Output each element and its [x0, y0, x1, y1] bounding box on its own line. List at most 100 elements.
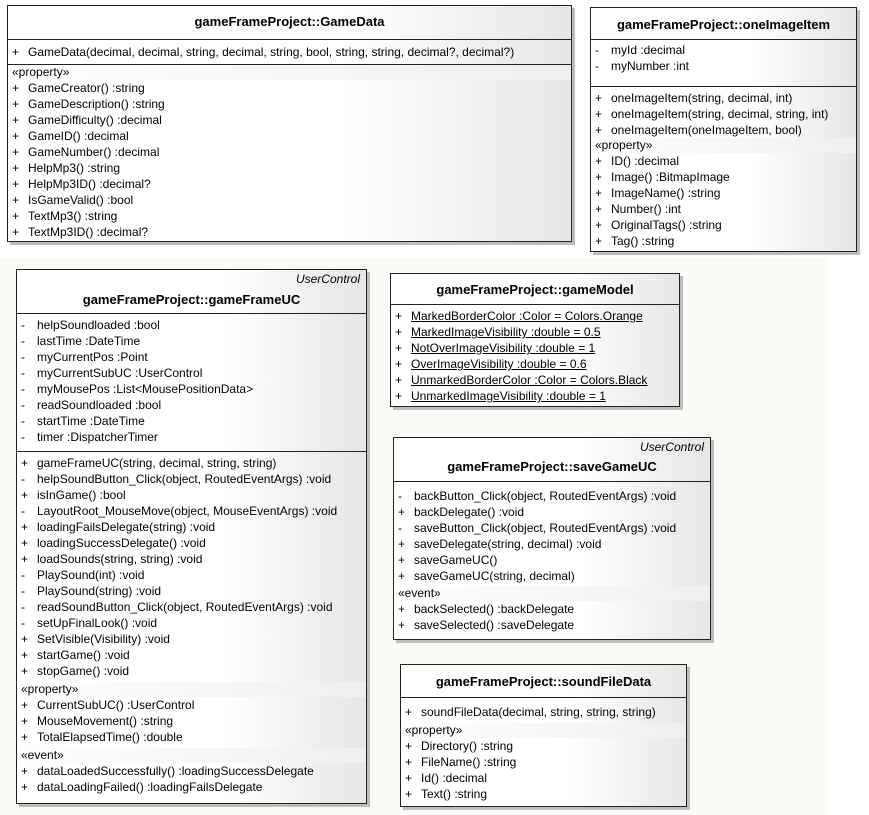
visibility-marker: + [12, 81, 20, 95]
member-row: + Directory() :string [401, 738, 686, 754]
visibility-marker: + [595, 123, 603, 137]
visibility-marker: + [395, 357, 403, 371]
member-row: + GameNumber() :decimal [8, 144, 571, 160]
visibility-marker: + [405, 739, 413, 753]
visibility-marker: - [595, 43, 599, 57]
member-row: + TextMp3() :string [8, 208, 571, 224]
class-savegameuc[interactable]: UserControl gameFrameProject::saveGameUC… [393, 437, 711, 640]
visibility-marker: + [21, 714, 29, 728]
member-signature: myMousePos :List<MousePositionData> [37, 382, 254, 396]
member-row: - setUpFinalLook() :void [17, 615, 366, 631]
visibility-marker: + [398, 553, 406, 567]
member-row: + isInGame() :bool [17, 487, 366, 503]
visibility-marker: - [21, 318, 25, 332]
member-row: + Number() :int [591, 201, 856, 217]
class-oneimageitem[interactable]: gameFrameProject::oneImageItem - myId :de… [590, 7, 857, 252]
class-gameframeuc[interactable]: UserControl gameFrameProject::gameFrameU… [16, 269, 367, 804]
visibility-marker: + [21, 520, 29, 534]
member-signature: FileName() :string [421, 755, 517, 769]
operation-list: + gameFrameUC(string, decimal, string, st… [17, 455, 366, 679]
member-signature: NotOverImageVisibility :double = 1 [411, 341, 596, 355]
member-row: + GameID() :decimal [8, 128, 571, 144]
member-signature: dataLoadingFailed() :loadingFailsDelegat… [37, 780, 263, 794]
member-row: - myCurrentPos :Point [17, 349, 366, 365]
visibility-marker: + [398, 569, 406, 583]
member-row: + saveDelegate(string, decimal) :void [394, 536, 710, 552]
property-list: + GameCreator() :string + GameDescription()… [8, 80, 571, 240]
visibility-marker: + [12, 97, 20, 111]
visibility-marker: + [395, 373, 403, 387]
member-signature: myCurrentSubUC :UserControl [37, 366, 203, 380]
visibility-marker: - [398, 489, 402, 503]
visibility-marker: + [12, 193, 20, 207]
class-title: gameFrameProject::GameData [194, 14, 385, 29]
member-row: + loadingSuccessDelegate() :void [17, 535, 366, 551]
visibility-marker: - [21, 568, 25, 582]
visibility-marker: + [12, 113, 20, 127]
member-row: - timer :DispatcherTimer [17, 429, 366, 445]
member-row: - PlaySound(int) :void [17, 567, 366, 583]
member-row: + CurrentSubUC() :UserControl [17, 697, 366, 713]
class-stereotype: UserControl [295, 272, 360, 286]
member-signature: loadingFailsDelegate(string) :void [37, 520, 216, 534]
class-gamedata[interactable]: gameFrameProject::GameData + GameData(dec… [7, 5, 572, 242]
visibility-marker: - [398, 521, 402, 535]
class-header: gameFrameProject::gameModel [391, 274, 679, 305]
member-signature: PlaySound(int) :void [37, 568, 145, 582]
class-title: gameFrameProject::gameModel [436, 282, 634, 297]
member-signature: myNumber :int [611, 59, 690, 73]
member-row: - myMousePos :List<MousePositionData> [17, 381, 366, 397]
visibility-marker: + [405, 755, 413, 769]
member-row: + Tag() :string [591, 233, 856, 249]
member-row: + OverImageVisibility :double = 0.6 [391, 356, 679, 372]
member-row: - readSoundloaded :bool [17, 397, 366, 413]
visibility-marker: + [595, 218, 603, 232]
member-row: - lastTime :DateTime [17, 333, 366, 349]
member-row: + MarkedImageVisibility :double = 0.5 [391, 324, 679, 340]
visibility-marker: + [595, 170, 603, 184]
visibility-marker: + [595, 202, 603, 216]
member-signature: helpSoundloaded :bool [37, 318, 160, 332]
member-row: + SetVisible(Visibility) :void [17, 631, 366, 647]
member-signature: readSoundloaded :bool [37, 398, 162, 412]
stereotype-property: «property» [591, 138, 856, 153]
member-row: + ImageName() :string [591, 185, 856, 201]
visibility-marker: + [21, 632, 29, 646]
member-row: + UnmarkedBorderColor :Color = Colors.Bla… [391, 372, 679, 388]
member-signature: myId :decimal [611, 43, 686, 57]
member-row: + backDelegate() :void [394, 504, 710, 520]
member-signature: GameDifficulty() :decimal [28, 113, 162, 127]
member-signature: loadingSuccessDelegate() :void [37, 536, 206, 550]
visibility-marker: + [21, 552, 29, 566]
visibility-marker: + [21, 730, 29, 744]
visibility-marker: + [595, 154, 603, 168]
visibility-marker: + [595, 186, 603, 200]
member-row: + backSelected() :backDelegate [394, 601, 710, 617]
member-signature: saveSelected() :saveDelegate [414, 618, 575, 632]
member-signature: GameID() :decimal [28, 129, 129, 143]
member-signature: OriginalTags() :string [611, 218, 722, 232]
stereotype-property: «property» [401, 723, 686, 738]
member-signature: oneImageItem(string, decimal, int) [611, 91, 793, 105]
visibility-marker: - [21, 472, 25, 486]
member-row: - myNumber :int [591, 58, 856, 74]
member-signature: TotalElapsedTime() :double [37, 730, 183, 744]
member-row: + dataLoadedSuccessfully() :loadingSucces… [17, 763, 366, 779]
member-signature: saveGameUC(string, decimal) [414, 569, 575, 583]
class-soundfiledata[interactable]: gameFrameProject::soundFileData + soundFi… [400, 664, 687, 807]
visibility-marker: + [21, 488, 29, 502]
event-list: + dataLoadedSuccessfully() :loadingSucces… [17, 763, 366, 795]
member-signature: UnmarkedBorderColor :Color = Colors.Blac… [411, 373, 648, 387]
visibility-marker: + [595, 107, 603, 121]
member-row: + soundFileData(decimal, string, string, … [401, 704, 686, 720]
member-row: - backButton_Click(object, RoutedEventArg… [394, 488, 710, 504]
member-row: + Image() :BitmapImage [591, 169, 856, 185]
member-signature: Image() :BitmapImage [611, 170, 730, 184]
visibility-marker: + [398, 505, 406, 519]
class-header: gameFrameProject::GameData [8, 6, 571, 40]
visibility-marker: - [21, 398, 25, 412]
member-signature: startTime :DateTime [37, 414, 145, 428]
member-row: + oneImageItem(oneImageItem, bool) [591, 122, 856, 138]
class-gamemodel[interactable]: gameFrameProject::gameModel + MarkedBorde… [390, 273, 680, 407]
member-row: + GameCreator() :string [8, 80, 571, 96]
